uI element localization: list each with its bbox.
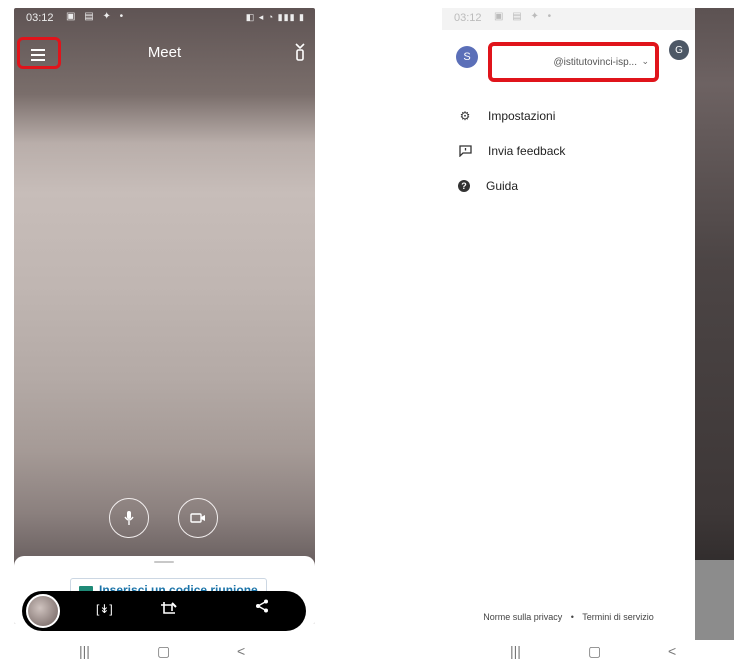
navigation-drawer-screen: 03:12 ▣ ▤ ✦ • S @istitutovinci-isp... ⌄ … bbox=[442, 8, 734, 640]
menu-item-label: Invia feedback bbox=[488, 144, 566, 158]
scroll-capture-icon[interactable]: [↡] bbox=[96, 602, 113, 616]
home-button[interactable]: ▢ bbox=[588, 643, 601, 660]
status-bar: 03:12 ▣ ▤ ✦ • ◧ ◂ ◔ ▮▮▮ ▮ bbox=[14, 8, 315, 30]
menu-item-label: Guida bbox=[486, 179, 519, 193]
screenshot-toolbar: [↡] bbox=[22, 591, 306, 631]
menu-item-help[interactable]: ? Guida bbox=[458, 176, 518, 196]
microphone-icon bbox=[124, 511, 134, 525]
home-button[interactable]: ▢ bbox=[157, 643, 170, 660]
system-status-icons: ◧ ◂ ◔ ▮▮▮ ▮ bbox=[245, 12, 305, 22]
back-button[interactable]: < bbox=[237, 643, 245, 659]
meet-home-screen: 03:12 ▣ ▤ ✦ • ◧ ◂ ◔ ▮▮▮ ▮ Meet Inserisci… bbox=[14, 8, 315, 624]
status-time: 03:12 bbox=[26, 12, 54, 24]
privacy-link[interactable]: Norme sulla privacy bbox=[483, 612, 562, 622]
menu-item-label: Impostazioni bbox=[488, 109, 556, 123]
chevron-down-icon: ⌄ bbox=[641, 56, 649, 66]
account-switch-icon[interactable] bbox=[293, 42, 307, 62]
avatar[interactable]: S bbox=[456, 46, 478, 68]
microphone-button[interactable] bbox=[109, 498, 149, 538]
dimmed-background[interactable] bbox=[693, 8, 734, 640]
status-time: 03:12 bbox=[454, 12, 482, 24]
notification-icons: ▣ ▤ ✦ • bbox=[494, 11, 555, 22]
secondary-account-avatar[interactable]: G bbox=[669, 40, 689, 60]
share-icon[interactable] bbox=[255, 599, 269, 618]
video-camera-icon bbox=[190, 513, 205, 523]
status-bar: 03:12 ▣ ▤ ✦ • bbox=[442, 8, 695, 30]
sheet-handle[interactable] bbox=[154, 561, 174, 563]
gear-icon: ⚙ bbox=[459, 109, 471, 123]
terms-link[interactable]: Termini di servizio bbox=[582, 612, 654, 622]
recents-button[interactable]: ||| bbox=[510, 643, 521, 659]
camera-button[interactable] bbox=[178, 498, 218, 538]
app-title: Meet bbox=[147, 44, 182, 61]
footer-separator: • bbox=[570, 612, 574, 622]
menu-item-feedback[interactable]: Invia feedback bbox=[458, 141, 565, 161]
account-email: @istitutovinci-isp... bbox=[553, 57, 637, 68]
back-button[interactable]: < bbox=[668, 643, 676, 659]
drawer-footer: Norme sulla privacy • Termini di servizi… bbox=[442, 612, 695, 622]
menu-item-settings[interactable]: ⚙ Impostazioni bbox=[458, 106, 556, 126]
screenshot-thumbnail[interactable] bbox=[26, 594, 60, 628]
notification-icons: ▣ ▤ ✦ • bbox=[66, 11, 127, 22]
recents-button[interactable]: ||| bbox=[79, 643, 90, 659]
account-selector[interactable]: @istitutovinci-isp... ⌄ bbox=[488, 42, 659, 82]
help-icon: ? bbox=[458, 180, 470, 192]
feedback-icon bbox=[458, 144, 472, 158]
navigation-drawer: 03:12 ▣ ▤ ✦ • S @istitutovinci-isp... ⌄ … bbox=[442, 8, 695, 640]
crop-edit-icon[interactable] bbox=[160, 601, 178, 620]
